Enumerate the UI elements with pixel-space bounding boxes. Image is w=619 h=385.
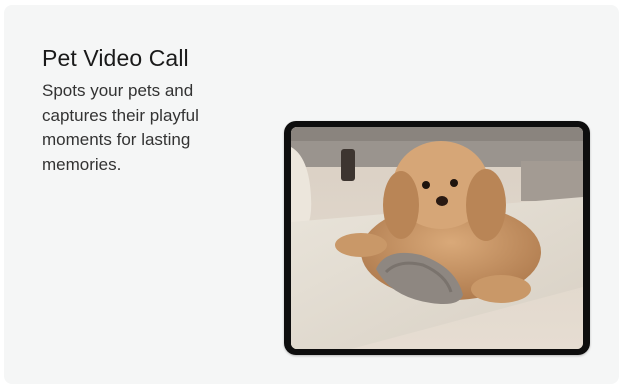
feature-description: Spots your pets and captures their playf… xyxy=(42,81,199,174)
tablet-frame xyxy=(284,121,590,355)
feature-title: Pet Video Call xyxy=(42,45,189,71)
dog-photo xyxy=(291,127,583,349)
feature-card: Pet Video Call Spots your pets and captu… xyxy=(4,5,619,384)
tablet-screen xyxy=(291,127,583,349)
